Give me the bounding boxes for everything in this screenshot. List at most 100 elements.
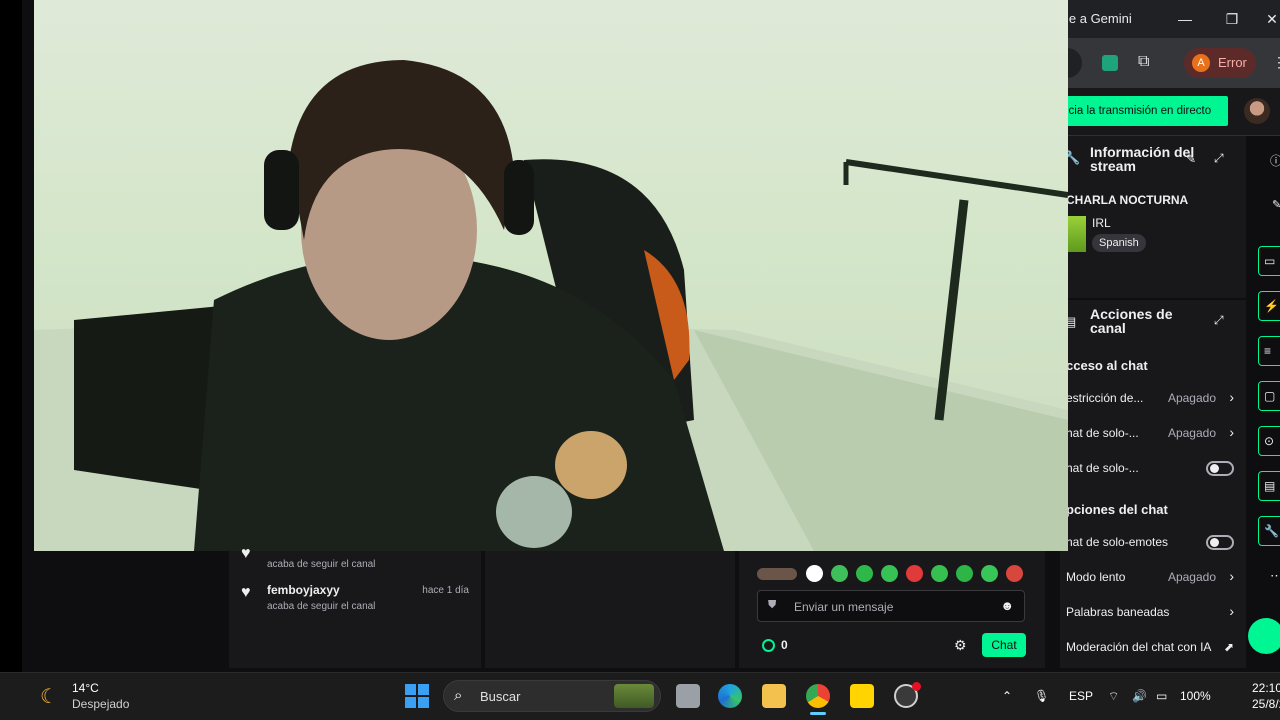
close-button[interactable]: ✕ [1260,8,1280,30]
channel-points-icon[interactable] [762,639,775,652]
chevron-right-icon: › [1229,568,1234,584]
popout-icon[interactable]: ⤢ [1214,151,1224,166]
quick-action-button[interactable]: 🔧 [1258,516,1280,546]
setting-row[interactable]: estricción de... Apagado › [1060,385,1246,411]
emote-icon[interactable] [906,565,923,582]
browser-menu-icon[interactable]: ⋮ [1272,54,1280,71]
weather-desc[interactable]: Despejado [72,697,129,711]
chevron-right-icon: › [1229,603,1234,619]
restore-button[interactable]: ❐ [1220,8,1244,30]
user-avatar[interactable] [1244,98,1270,124]
quick-action-button[interactable]: ≡ [1258,336,1280,366]
emote-icon[interactable] [956,565,973,582]
stream-info-panel: 🔧 Información del stream ✎ ⤢ CHARLA NOCT… [1060,136,1246,298]
setting-label: estricción de... [1066,391,1144,405]
activity-time: hace 1 día [422,585,469,596]
shield-icon: ⛊ [768,599,777,611]
clock-date[interactable]: 25/8/2026 [1252,697,1280,711]
setting-label: Palabras baneadas [1066,605,1170,619]
channel-actions-panel: ▤ Acciones de canal ⤢ cceso al chat estr… [1060,298,1246,668]
search-highlight-image [614,684,654,708]
quick-action-button[interactable]: ▢ [1258,381,1280,411]
setting-row[interactable]: hat de solo-... Apagado › [1060,420,1246,446]
emote-icon[interactable] [881,565,898,582]
quick-action-button[interactable]: ▭ [1258,246,1280,276]
volume-icon[interactable]: 🔊 [1132,689,1147,703]
stream-title: CHARLA NOCTURNA [1066,193,1189,207]
setting-row[interactable]: Modo lento Apagado › [1060,564,1246,590]
toggle-switch[interactable] [1206,535,1234,550]
chrome-icon[interactable] [806,684,830,708]
stream-category: IRL [1092,216,1111,230]
desktop-edge [0,0,22,672]
active-app-indicator [810,712,826,715]
gear-icon[interactable]: ⚙ [954,637,967,654]
chat-placeholder: Enviar un mensaje [794,600,894,614]
wifi-icon[interactable]: ⌔ [1108,689,1119,704]
quick-action-button[interactable]: ▤ [1258,471,1280,501]
battery-icon[interactable]: ▭ [1156,689,1167,703]
channel-actions-title: Acciones de canal [1090,306,1173,336]
popout-icon[interactable]: ⤢ [1214,313,1224,328]
chat-access-heading: cceso al chat [1066,358,1148,373]
setting-row: hat de solo-emotes [1060,529,1246,555]
quick-action-button[interactable]: ⚡ [1258,291,1280,321]
taskbar-search[interactable]: ⌕ Buscar [443,680,661,712]
toggle-switch[interactable] [1206,461,1234,476]
emote-icon[interactable] [1006,565,1023,582]
chevron-up-icon[interactable]: ⌃ [1002,689,1012,703]
chat-send-button[interactable]: Chat [982,633,1026,657]
edit-icon[interactable]: ✎ [1186,152,1196,166]
follower-name[interactable]: femboyjaxyy [267,583,340,597]
help-icon[interactable] [1248,618,1280,654]
task-view-icon[interactable] [676,684,700,708]
language-tag[interactable]: Spanish [1092,234,1146,252]
edge-icon[interactable] [718,684,742,708]
more-icon[interactable]: ⋯ [1270,568,1280,584]
quick-actions-rail: ⓘ ✎ ▭ ⚡ ≡ ▢ ⊙ ▤ 🔧 ⋯ [1248,136,1280,668]
emote-icon[interactable] [806,565,823,582]
emote-sprite[interactable] [757,568,797,580]
expressvpn-icon[interactable] [850,684,874,708]
setting-row[interactable]: Palabras baneadas › [1060,599,1246,625]
go-live-button[interactable]: icia la transmisión en directo [1062,96,1228,126]
language-indicator[interactable]: ESP [1069,689,1093,703]
extensions-puzzle-icon[interactable]: ⧉ [1138,53,1149,71]
webcam-scene [34,60,1068,551]
extension-icon[interactable] [1102,55,1118,71]
moon-icon: ☾ [40,686,58,708]
webcam-preview [34,0,1068,551]
category-thumbnail [1066,216,1086,252]
file-explorer-icon[interactable] [762,684,786,708]
setting-value: Apagado [1167,570,1216,584]
profile-error-button[interactable]: A Error [1184,48,1256,78]
emote-icon[interactable] [831,565,848,582]
battery-percent[interactable]: 100% [1180,689,1211,703]
activity-feed-panel: ♥ acaba de seguir el canal ♥ femboyjaxyy… [229,545,481,668]
channel-points-count: 0 [781,638,788,652]
setting-label: Moderación del chat con IA [1066,640,1212,654]
heart-icon: ♥ [241,545,251,562]
emote-icon[interactable] [981,565,998,582]
weather-temp[interactable]: 14°C [72,681,99,695]
chat-input[interactable]: ⛊ Enviar un mensaje ☻ [757,590,1025,622]
emote-icon[interactable] [931,565,948,582]
setting-row[interactable]: Moderación del chat con IA ⬈ [1060,634,1246,660]
setting-label: hat de solo-... [1066,461,1139,475]
windows-start-icon[interactable] [405,684,429,708]
info-icon[interactable]: ⓘ [1270,152,1280,169]
microphone-icon[interactable]: 🎙 [1034,689,1049,703]
notification-badge [912,682,921,691]
quick-action-button[interactable]: ⊙ [1258,426,1280,456]
edit-icon[interactable]: ✎ [1272,198,1280,211]
activity-text: acaba de seguir el canal [267,601,376,612]
chat-options-heading: pciones del chat [1066,502,1168,517]
clock-time[interactable]: 22:10 [1252,681,1280,695]
browser-tab-title[interactable]: le a Gemini [1066,11,1132,26]
emote-icon[interactable] [856,565,873,582]
search-placeholder: Buscar [480,689,521,704]
setting-value: Apagado [1167,391,1216,405]
minimize-button[interactable]: — [1173,8,1197,30]
stream-info-title: Información del stream [1090,144,1195,174]
emoji-icon[interactable]: ☻ [1000,598,1014,613]
